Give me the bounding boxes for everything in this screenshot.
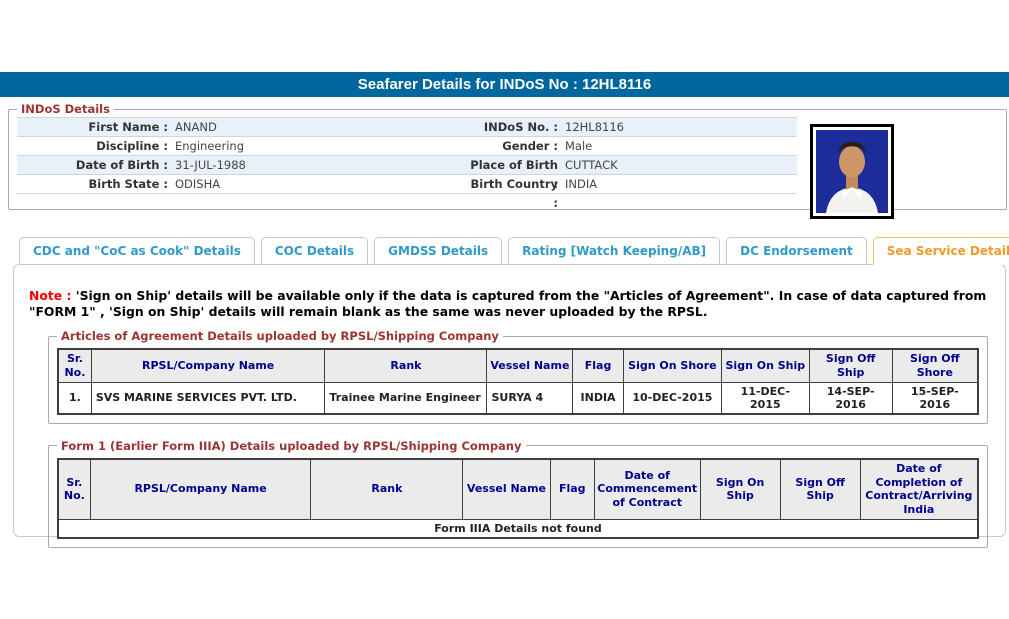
discipline-label: Discipline : (17, 137, 175, 155)
birth-state-label: Birth State : (17, 175, 175, 193)
tab-rating-watch-keeping-ab[interactable]: Rating [Watch Keeping/AB] (508, 237, 720, 265)
col-sign-off-ship: Sign Off Ship (780, 459, 860, 520)
col-rpsl-company-name: RPSL/Company Name (90, 459, 311, 520)
col-sign-on-shore: Sign On Shore (623, 349, 721, 382)
page-title: Seafarer Details for INDoS No : 12HL8116 (0, 72, 1009, 97)
indos-details-legend: INDoS Details (17, 102, 114, 116)
first-name-value: ANAND (175, 118, 467, 136)
cell-sign-on-shore: 10-DEC-2015 (623, 382, 721, 414)
first-name-label: First Name : (17, 118, 175, 136)
col-flag: Flag (550, 459, 594, 520)
col-rank: Rank (325, 349, 487, 382)
col-rank: Rank (311, 459, 463, 520)
discipline-value: Engineering (175, 137, 467, 155)
cell-flag: INDIA (573, 382, 624, 414)
table-row: 1. SVS MARINE SERVICES PVT. LTD. Trainee… (58, 382, 978, 414)
tab-strip: CDC and "CoC as Cook" Details COC Detail… (19, 237, 1009, 264)
tab-sea-service-details[interactable]: Sea Service Details (873, 237, 1009, 265)
table-header-row: Sr. No. RPSL/Company Name Rank Vessel Na… (58, 459, 978, 520)
col-sign-off-ship: Sign Off Ship (809, 349, 892, 382)
articles-of-agreement-legend: Articles of Agreement Details uploaded b… (57, 329, 503, 343)
indos-row-state: Birth State : ODISHA Birth Country : IND… (17, 175, 797, 194)
indos-details-grid: First Name : ANAND INDoS No. : 12HL8116 … (17, 117, 797, 194)
col-rpsl-company-name: RPSL/Company Name (91, 349, 325, 382)
form1-table: Sr. No. RPSL/Company Name Rank Vessel Na… (57, 458, 979, 540)
col-flag: Flag (573, 349, 624, 382)
pob-label: Place of Birth : (467, 156, 565, 174)
cell-sr-no: 1. (58, 382, 91, 414)
cell-sign-on-ship: 11-DEC-2015 (721, 382, 809, 414)
cell-sign-off-shore: 15-SEP-2016 (892, 382, 978, 414)
tab-coc-details[interactable]: COC Details (261, 237, 368, 265)
tab-gmdss-details[interactable]: GMDSS Details (374, 237, 502, 265)
indos-row-name: First Name : ANAND INDoS No. : 12HL8116 (17, 118, 797, 137)
indos-row-discipline: Discipline : Engineering Gender : Male (17, 137, 797, 156)
col-vessel-name: Vessel Name (463, 459, 550, 520)
sea-service-panel: Note : 'Sign on Ship' details will be av… (13, 264, 1006, 537)
tab-cdc-coc-cook-details[interactable]: CDC and "CoC as Cook" Details (19, 237, 255, 265)
form1-fieldset: Form 1 (Earlier Form IIIA) Details uploa… (48, 439, 988, 549)
articles-of-agreement-fieldset: Articles of Agreement Details uploaded b… (48, 329, 988, 424)
birth-country-label: Birth Country : (467, 175, 565, 193)
gender-value: Male (565, 137, 797, 155)
dob-value: 31-JUL-1988 (175, 156, 467, 174)
col-vessel-name: Vessel Name (487, 349, 573, 382)
note-text: 'Sign on Ship' details will be available… (29, 288, 986, 319)
empty-message-row: Form IIIA Details not found (58, 519, 978, 538)
cell-sign-off-ship: 14-SEP-2016 (809, 382, 892, 414)
seafarer-photo (810, 124, 894, 219)
col-sr-no: Sr. No. (58, 459, 90, 520)
indos-row-birth: Date of Birth : 31-JUL-1988 Place of Bir… (17, 156, 797, 175)
indos-no-label: INDoS No. : (467, 118, 565, 136)
gender-label: Gender : (467, 137, 565, 155)
dob-label: Date of Birth : (17, 156, 175, 174)
col-sign-on-ship: Sign On Ship (700, 459, 780, 520)
cell-rpsl-company-name: SVS MARINE SERVICES PVT. LTD. (91, 382, 325, 414)
col-date-of-completion: Date of Completion of Contract/Arriving … (860, 459, 978, 520)
birth-country-value: INDIA (565, 175, 797, 193)
cell-rank: Trainee Marine Engineer (325, 382, 487, 414)
cell-vessel-name: SURYA 4 (487, 382, 573, 414)
col-date-of-commencement: Date of Commencement of Contract (594, 459, 700, 520)
col-sr-no: Sr. No. (58, 349, 91, 382)
table-header-row: Sr. No. RPSL/Company Name Rank Vessel Na… (58, 349, 978, 382)
articles-of-agreement-table: Sr. No. RPSL/Company Name Rank Vessel Na… (57, 348, 979, 415)
form-iiia-not-found-message: Form IIIA Details not found (58, 519, 978, 538)
sign-on-ship-note: Note : 'Sign on Ship' details will be av… (29, 288, 1007, 320)
pob-value: CUTTACK (565, 156, 797, 174)
birth-state-value: ODISHA (175, 175, 467, 193)
form1-legend: Form 1 (Earlier Form IIIA) Details uploa… (57, 439, 526, 453)
col-sign-off-shore: Sign Off Shore (892, 349, 978, 382)
indos-no-value: 12HL8116 (565, 118, 797, 136)
indos-details-fieldset: INDoS Details First Name : ANAND INDoS N… (8, 102, 1007, 210)
note-prefix: Note : (29, 288, 76, 303)
col-sign-on-ship: Sign On Ship (721, 349, 809, 382)
tab-dc-endorsement[interactable]: DC Endorsement (726, 237, 867, 265)
